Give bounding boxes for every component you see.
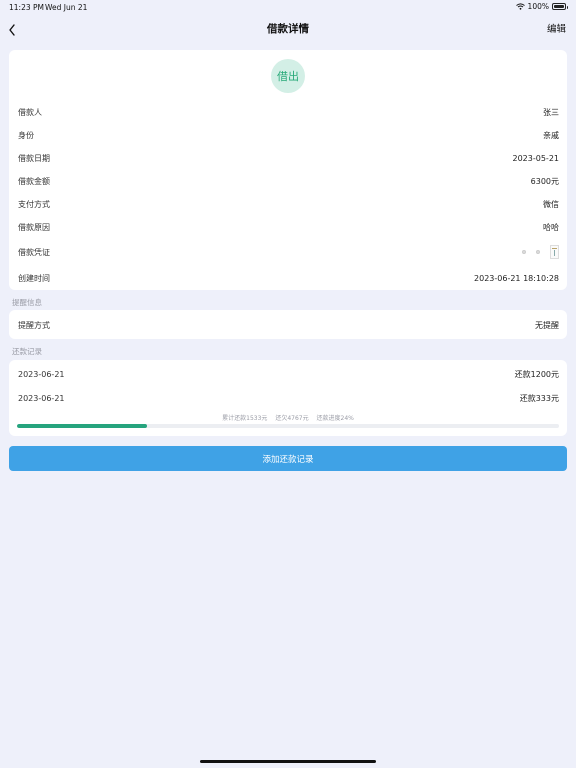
loan-detail-card: 借出 借款人 张三 身份 亲戚 借款日期 2023-05-21 借款金额 630… <box>9 50 567 290</box>
status-bar: 11:23 PM Wed Jun 21 100% <box>0 0 576 14</box>
voucher-thumbnails <box>522 245 559 259</box>
voucher-image-thumbnail[interactable] <box>522 250 526 254</box>
row-value: 无提醒 <box>535 320 559 330</box>
row-label: 提醒方式 <box>18 320 50 330</box>
repayment-progress-fill <box>17 424 148 428</box>
row-label: 借款日期 <box>18 153 50 163</box>
repayment-records-card: 2023-06-21 还款1200元 2023-06-21 还款333元 累计还… <box>9 360 567 436</box>
records-section-title: 还款记录 <box>12 347 42 356</box>
row-label: 借款原因 <box>18 222 50 232</box>
repayment-summary: 累计还款1533元 还欠4767元 还款进度24% <box>9 413 567 422</box>
detail-row-relation: 身份 亲戚 <box>9 124 567 146</box>
record-row[interactable]: 2023-06-21 还款333元 <box>9 387 567 409</box>
row-label: 创建时间 <box>18 273 50 283</box>
row-value: 哈哈 <box>543 222 559 232</box>
row-value: 6300元 <box>530 176 559 186</box>
wifi-icon <box>515 3 525 10</box>
status-indicators: 100% <box>515 2 568 11</box>
home-indicator <box>200 760 376 763</box>
row-label: 借款金额 <box>18 176 50 186</box>
summary-total: 累计还款1533元 <box>222 415 268 422</box>
record-amount: 还款333元 <box>519 393 559 403</box>
reminder-row: 提醒方式 无提醒 <box>9 314 567 336</box>
battery-fill <box>554 5 564 8</box>
row-label: 身份 <box>18 130 34 140</box>
summary-owed: 还欠4767元 <box>275 415 309 422</box>
battery-percent: 100% <box>527 2 549 11</box>
loan-type-badge: 借出 <box>271 59 305 93</box>
detail-row-amount: 借款金额 6300元 <box>9 170 567 192</box>
detail-row-payment-method: 支付方式 微信 <box>9 193 567 215</box>
row-value: 亲戚 <box>543 130 559 140</box>
detail-row-loan-date: 借款日期 2023-05-21 <box>9 147 567 169</box>
reminder-section-title: 提醒信息 <box>12 298 42 307</box>
record-row[interactable]: 2023-06-21 还款1200元 <box>9 363 567 385</box>
detail-row-created-time: 创建时间 2023-06-21 18:10:28 <box>9 267 567 289</box>
record-date: 2023-06-21 <box>18 369 65 379</box>
add-repayment-button[interactable]: 添加还款记录 <box>9 446 567 471</box>
page-title: 借款详情 <box>267 23 309 35</box>
summary-progress: 还款进度24% <box>316 415 354 422</box>
record-amount: 还款1200元 <box>514 369 559 379</box>
detail-row-voucher: 借款凭证 <box>9 241 567 263</box>
voucher-image-thumbnail[interactable] <box>536 250 540 254</box>
edit-button[interactable]: 编辑 <box>547 21 566 35</box>
detail-row-reason: 借款原因 哈哈 <box>9 216 567 238</box>
record-date: 2023-06-21 <box>18 393 65 403</box>
reminder-card: 提醒方式 无提醒 <box>9 310 567 339</box>
status-date: Wed Jun 21 <box>45 3 88 12</box>
row-label: 支付方式 <box>18 199 50 209</box>
row-value: 2023-05-21 <box>512 153 560 163</box>
row-label: 借款凭证 <box>18 247 50 257</box>
nav-bar: 借款详情 编辑 <box>0 14 576 44</box>
row-value: 微信 <box>543 199 559 209</box>
repayment-progress-bar <box>17 424 559 428</box>
row-value: 2023-06-21 18:10:28 <box>474 273 559 283</box>
row-value: 张三 <box>543 107 559 117</box>
detail-row-borrower: 借款人 张三 <box>9 101 567 123</box>
voucher-image-thumbnail[interactable] <box>550 245 559 259</box>
battery-icon <box>552 3 568 10</box>
status-time: 11:23 PM <box>9 3 44 12</box>
row-label: 借款人 <box>18 107 42 117</box>
